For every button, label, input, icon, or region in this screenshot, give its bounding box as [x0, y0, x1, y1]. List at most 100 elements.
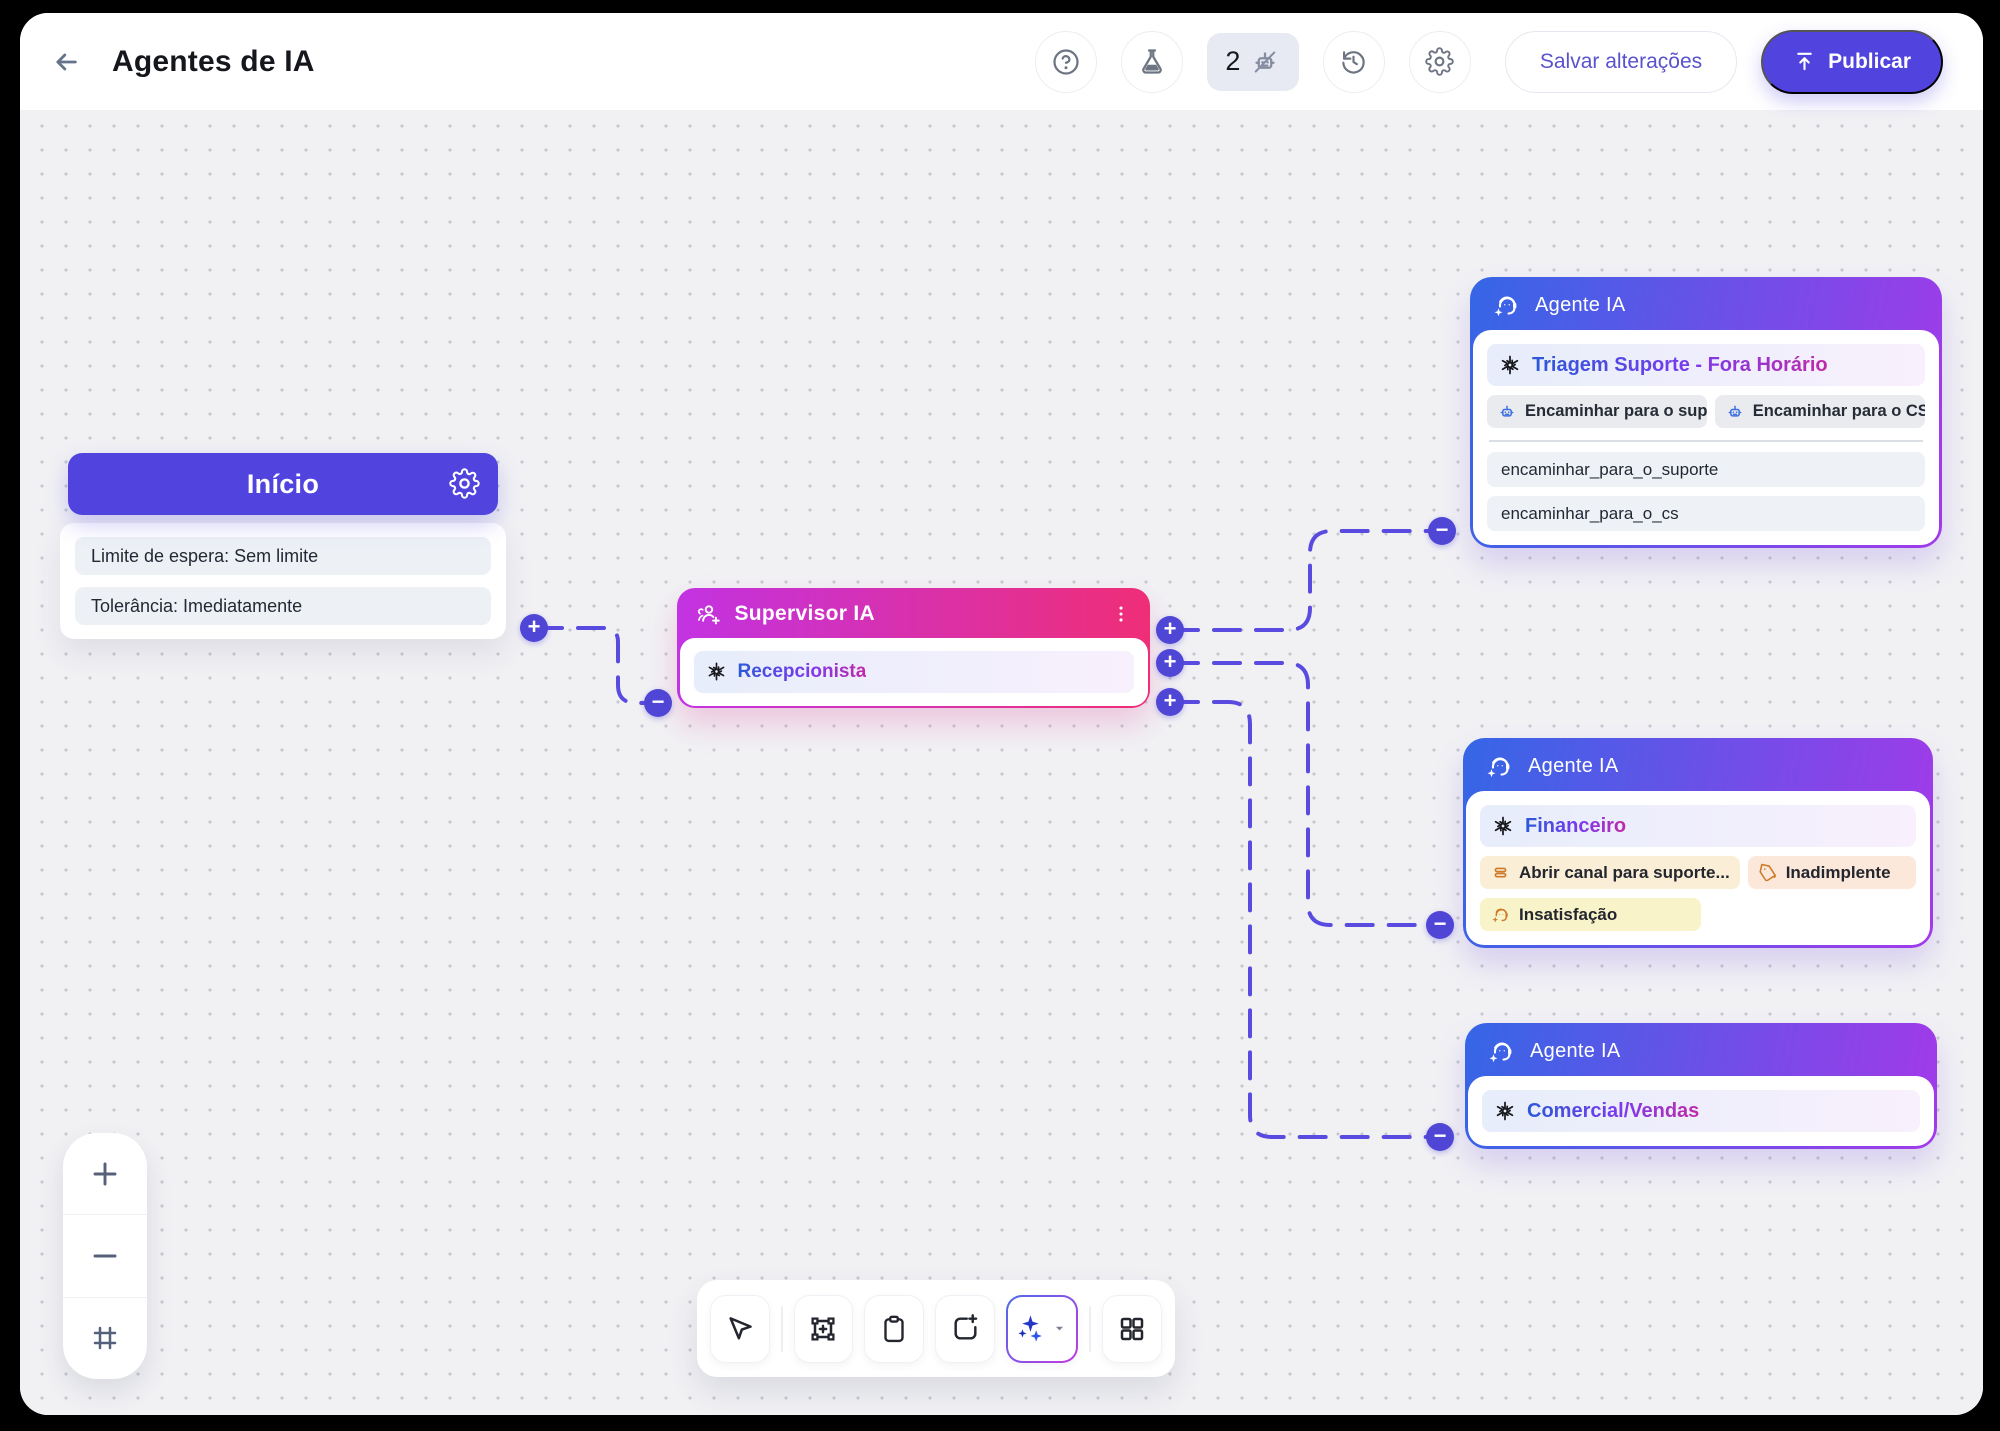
back-button[interactable] [46, 42, 86, 82]
inicio-tolerance-row: Tolerância: Imediatamente [75, 587, 491, 625]
agent-header[interactable]: Agente IA [1473, 280, 1939, 330]
select-tool-button[interactable] [710, 1295, 770, 1363]
clipboard-button[interactable] [864, 1295, 924, 1363]
add-frame-icon [950, 1313, 981, 1344]
agent-headset-icon [1484, 751, 1514, 781]
save-button[interactable]: Salvar alterações [1505, 31, 1737, 93]
zoom-out-button[interactable] [63, 1214, 147, 1296]
openai-icon [1492, 815, 1514, 837]
agent-header[interactable]: Agente IA [1468, 1026, 1934, 1076]
remove-connection-badge[interactable]: − [1426, 911, 1454, 939]
edge-supervisor-comercial [1172, 702, 1430, 1137]
settings-button[interactable] [1409, 31, 1471, 93]
agent-tag[interactable]: Inadimplente [1748, 856, 1916, 889]
toolbar-divider [1089, 1306, 1091, 1352]
agent-tag-label: Insatisfação [1519, 905, 1617, 925]
test-button[interactable] [1121, 31, 1183, 93]
agent-name-row[interactable]: Triagem Suporte - Fora Horário [1487, 344, 1925, 386]
add-connection-badge[interactable]: + [1156, 649, 1184, 677]
canvas-toolbar [697, 1280, 1175, 1377]
agent-name: Triagem Suporte - Fora Horário [1532, 354, 1828, 377]
agent-tag-label: Abrir canal para suporte... [1519, 863, 1730, 883]
agent-action-label: Encaminhar para o supo... [1525, 402, 1707, 421]
agent-body: Comercial/Vendas [1468, 1076, 1934, 1146]
page-title: Agentes de IA [112, 45, 315, 79]
plus-icon [89, 1158, 121, 1190]
headset-icon [1490, 904, 1511, 925]
agent-counter-badge[interactable]: 2 [1207, 33, 1299, 91]
flow-canvas[interactable]: + − + + + − − − Início Limite de espera:… [20, 110, 1983, 1415]
history-button[interactable] [1323, 31, 1385, 93]
openai-icon [1494, 1100, 1516, 1122]
kebab-menu-icon[interactable] [1110, 603, 1132, 625]
node-agent-financeiro[interactable]: Agente IA Financeiro Abrir canal para su… [1463, 738, 1933, 948]
agent-headset-icon [1491, 290, 1521, 320]
node-inicio-title: Início [247, 469, 319, 500]
node-agent-comercial[interactable]: Agente IA Comercial/Vendas [1465, 1023, 1937, 1149]
node-supervisor[interactable]: Supervisor IA Recepcionista [677, 588, 1150, 708]
agent-tags-row: Abrir canal para suporte... Inadimplente [1480, 856, 1916, 889]
remove-connection-badge[interactable]: − [644, 689, 672, 717]
ai-assistant-button[interactable] [1006, 1295, 1078, 1363]
frame-plus-icon [807, 1313, 839, 1345]
zoom-controls [63, 1133, 147, 1379]
agent-function-row[interactable]: encaminhar_para_o_cs [1487, 496, 1925, 531]
fit-frame-icon [90, 1323, 120, 1353]
agent-body: Financeiro Abrir canal para suporte... I… [1466, 791, 1930, 945]
agent-header[interactable]: Agente IA [1466, 741, 1930, 791]
clipboard-icon [879, 1314, 909, 1344]
agent-name-row[interactable]: Comercial/Vendas [1482, 1090, 1920, 1132]
help-icon [1051, 47, 1081, 77]
agent-name-row[interactable]: Financeiro [1480, 805, 1916, 847]
agent-tag-label: Inadimplente [1786, 863, 1891, 883]
node-supervisor-header[interactable]: Supervisor IA [680, 591, 1148, 638]
publish-button[interactable]: Publicar [1761, 30, 1943, 94]
add-node-button[interactable] [935, 1295, 995, 1363]
supervisor-agent-name: Recepcionista [738, 661, 867, 683]
supervisor-icon [696, 601, 723, 628]
add-connection-badge[interactable]: + [1156, 616, 1184, 644]
layout-grid-button[interactable] [1102, 1295, 1162, 1363]
zoom-in-button[interactable] [63, 1133, 147, 1214]
remove-connection-badge[interactable]: − [1428, 517, 1456, 545]
fit-view-button[interactable] [63, 1297, 147, 1379]
add-connection-badge[interactable]: + [1156, 688, 1184, 716]
agent-function-row[interactable]: encaminhar_para_o_suporte [1487, 452, 1925, 487]
gear-icon[interactable] [449, 468, 480, 504]
agent-tags-row: Insatisfação [1480, 898, 1916, 931]
frame-select-button[interactable] [794, 1295, 854, 1363]
add-connection-badge[interactable]: + [520, 614, 548, 642]
node-agent-triagem[interactable]: Agente IA Triagem Suporte - Fora Horário… [1470, 277, 1942, 548]
agent-counter-value: 2 [1225, 46, 1240, 77]
agent-body: Triagem Suporte - Fora Horário Encaminha… [1473, 330, 1939, 545]
agent-action-pill[interactable]: Encaminhar para o supo... [1487, 395, 1707, 428]
upload-icon [1793, 50, 1816, 73]
edge-supervisor-triagem [1172, 531, 1432, 630]
sparkles-icon [1016, 1313, 1047, 1344]
back-arrow-icon [52, 48, 80, 76]
agent-actions-row: Encaminhar para o supo... Encaminhar par… [1487, 395, 1925, 428]
agent-tag[interactable]: Insatisfação [1480, 898, 1701, 931]
agent-header-label: Agente IA [1535, 294, 1626, 317]
agent-tag[interactable]: Abrir canal para suporte... [1480, 856, 1740, 889]
agent-action-label: Encaminhar para o CS [1753, 402, 1925, 421]
inicio-wait-limit-row: Limite de espera: Sem limite [75, 537, 491, 575]
node-supervisor-title: Supervisor IA [735, 602, 875, 626]
agent-action-pill[interactable]: Encaminhar para o CS [1715, 395, 1925, 428]
top-bar: Agentes de IA 2 Salvar alterações Public… [20, 13, 1983, 110]
chevron-down-icon [1051, 1320, 1068, 1337]
toolbar-divider [781, 1306, 783, 1352]
supervisor-agent-row[interactable]: Recepcionista [694, 651, 1134, 693]
openai-icon [1499, 354, 1521, 376]
app-window: Agentes de IA 2 Salvar alterações Public… [20, 13, 1983, 1415]
edge-inicio-supervisor [536, 628, 648, 703]
node-inicio[interactable]: Início Limite de espera: Sem limite Tole… [60, 453, 506, 639]
minus-icon [89, 1240, 121, 1272]
node-inicio-header[interactable]: Início [68, 453, 498, 515]
topbar-actions: 2 Salvar alterações Publicar [1035, 30, 1943, 94]
remove-connection-badge[interactable]: − [1426, 1123, 1454, 1151]
help-button[interactable] [1035, 31, 1097, 93]
grid-icon [1117, 1314, 1147, 1344]
robot-icon [1725, 402, 1745, 422]
gear-icon [1425, 47, 1454, 76]
